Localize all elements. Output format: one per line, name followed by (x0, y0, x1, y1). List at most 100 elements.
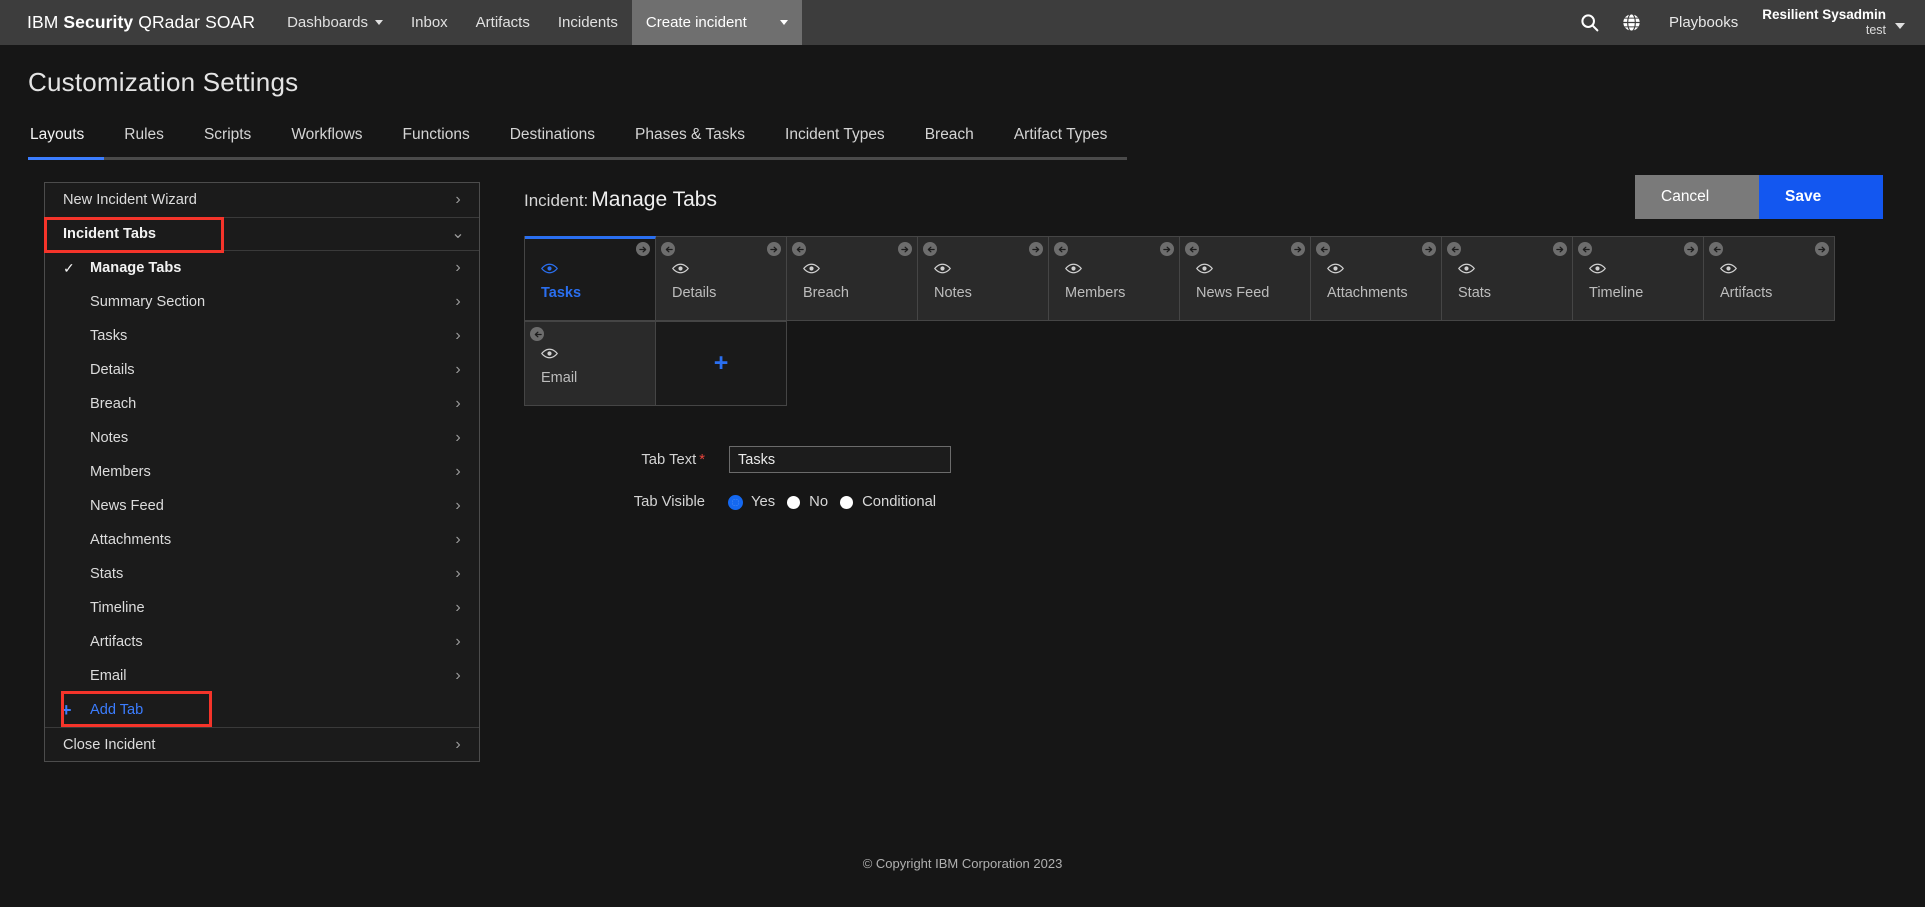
tab-card-timeline[interactable]: Timeline (1573, 236, 1704, 321)
move-left-icon[interactable] (530, 327, 544, 341)
brand-security: Security (63, 12, 134, 32)
sidebar-item-news-feed[interactable]: News Feed › (45, 489, 479, 523)
sidebar-item-stats[interactable]: Stats › (45, 557, 479, 591)
sidebar-item-tasks[interactable]: Tasks › (45, 319, 479, 353)
sidebar-item-artifacts[interactable]: Artifacts › (45, 625, 479, 659)
eye-icon[interactable] (1589, 261, 1606, 279)
tab-text-input[interactable] (729, 446, 951, 473)
sidebar-item-notes[interactable]: Notes › (45, 421, 479, 455)
tab-card-breach[interactable]: Breach (787, 236, 918, 321)
eye-icon[interactable] (1327, 261, 1344, 279)
move-right-icon[interactable] (1553, 242, 1567, 256)
globe-icon[interactable] (1611, 0, 1653, 45)
move-right-icon[interactable] (1160, 242, 1174, 256)
sidebar-item-label: Notes (90, 430, 129, 446)
move-left-icon[interactable] (661, 242, 675, 256)
eye-icon[interactable] (672, 261, 689, 279)
move-left-icon[interactable] (792, 242, 806, 256)
sidebar-item-manage-tabs[interactable]: ✓ Manage Tabs › (45, 251, 479, 285)
sidebar-item-close-incident[interactable]: Close Incident › (45, 727, 479, 761)
eye-icon[interactable] (541, 261, 558, 279)
cancel-button[interactable]: Cancel (1635, 175, 1759, 219)
sidebar-item-email[interactable]: Email › (45, 659, 479, 693)
move-left-icon[interactable] (1054, 242, 1068, 256)
eye-icon[interactable] (1196, 261, 1213, 279)
plus-icon: + (61, 700, 72, 720)
chevron-right-icon: › (455, 191, 461, 208)
move-left-icon[interactable] (1185, 242, 1199, 256)
nav-item-playbooks[interactable]: Playbooks (1653, 14, 1754, 31)
eye-icon[interactable] (934, 261, 951, 279)
sidebar-item-incident-tabs[interactable]: Incident Tabs ⌄ (44, 217, 479, 253)
tab-card-label: Stats (1458, 285, 1492, 301)
tab-scripts[interactable]: Scripts (183, 126, 272, 160)
tab-destinations[interactable]: Destinations (489, 126, 616, 160)
panel-title-main: Manage Tabs (591, 188, 717, 211)
brand-logo[interactable]: IBM Security QRadar SOAR (0, 0, 273, 45)
move-right-icon[interactable] (1684, 242, 1698, 256)
move-right-icon[interactable] (1291, 242, 1305, 256)
user-org: test (1865, 23, 1886, 38)
nav-item-inbox[interactable]: Inbox (397, 0, 462, 45)
sidebar-item-summary-section[interactable]: Summary Section › (45, 285, 479, 319)
save-button[interactable]: Save (1759, 175, 1883, 219)
sidebar-item-members[interactable]: Members › (45, 455, 479, 489)
tab-functions[interactable]: Functions (382, 126, 490, 160)
radio-tab-visible-conditional[interactable]: Conditional (840, 494, 936, 510)
radio-tab-visible-yes[interactable]: Yes (729, 494, 775, 510)
sidebar-item-new-incident-wizard[interactable]: New Incident Wizard › (45, 183, 479, 217)
move-right-icon[interactable] (898, 242, 912, 256)
nav-item-incidents[interactable]: Incidents (544, 0, 632, 45)
tab-card-email[interactable]: Email (525, 321, 656, 406)
radio-dot-icon (787, 495, 801, 509)
tab-card-tasks[interactable]: Tasks (525, 236, 656, 321)
sidebar-item-timeline[interactable]: Timeline › (45, 591, 479, 625)
move-left-icon[interactable] (1578, 242, 1592, 256)
move-right-icon[interactable] (767, 242, 781, 256)
form-row-tab-text: Tab Text * (524, 446, 1883, 473)
tab-phases-tasks[interactable]: Phases & Tasks (615, 126, 766, 160)
tab-card-attachments[interactable]: Attachments (1311, 236, 1442, 321)
tab-incident-types[interactable]: Incident Types (765, 126, 905, 160)
tab-card-members[interactable]: Members (1049, 236, 1180, 321)
tab-workflows[interactable]: Workflows (271, 126, 383, 160)
eye-icon[interactable] (803, 261, 820, 279)
nav-item-artifacts[interactable]: Artifacts (462, 0, 544, 45)
chevron-down-icon (374, 20, 383, 25)
eye-icon[interactable] (1720, 261, 1737, 279)
tab-card-notes[interactable]: Notes (918, 236, 1049, 321)
search-icon[interactable] (1569, 0, 1611, 45)
tab-layouts[interactable]: Layouts (28, 126, 105, 160)
tab-card-artifacts[interactable]: Artifacts (1704, 236, 1835, 321)
eye-icon[interactable] (1065, 261, 1082, 279)
add-tab-card[interactable]: + (656, 321, 787, 406)
tab-card-news-feed[interactable]: News Feed (1180, 236, 1311, 321)
tab-visible-radio-group: Yes No Conditional (729, 494, 948, 510)
tab-breach[interactable]: Breach (904, 126, 994, 160)
eye-icon[interactable] (541, 346, 558, 364)
move-left-icon[interactable] (1709, 242, 1723, 256)
move-right-icon[interactable] (1815, 242, 1829, 256)
tab-rules[interactable]: Rules (104, 126, 184, 160)
nav-item-dashboards[interactable]: Dashboards (273, 0, 397, 45)
sidebar-item-add-tab[interactable]: + Add Tab (45, 691, 479, 727)
tab-card-stats[interactable]: Stats (1442, 236, 1573, 321)
radio-tab-visible-no[interactable]: No (787, 494, 828, 510)
sidebar-item-details[interactable]: Details › (45, 353, 479, 387)
eye-icon[interactable] (1458, 261, 1475, 279)
tab-artifact-types[interactable]: Artifact Types (993, 126, 1128, 160)
move-left-icon[interactable] (1447, 242, 1461, 256)
sidebar-item-attachments[interactable]: Attachments › (45, 523, 479, 557)
tab-card-details[interactable]: Details (656, 236, 787, 321)
move-right-icon[interactable] (1029, 242, 1043, 256)
move-left-icon[interactable] (923, 242, 937, 256)
move-right-icon[interactable] (636, 242, 650, 256)
brand-product: QRadar SOAR (138, 12, 256, 32)
nav-item-create-incident[interactable]: Create incident (631, 0, 802, 45)
sidebar-item-label: Attachments (90, 532, 172, 548)
sidebar-item-breach[interactable]: Breach › (45, 387, 479, 421)
move-right-icon[interactable] (1422, 242, 1436, 256)
chevron-right-icon: › (455, 327, 461, 344)
move-left-icon[interactable] (1316, 242, 1330, 256)
user-menu[interactable]: Resilient Sysadmin test (1754, 7, 1905, 39)
